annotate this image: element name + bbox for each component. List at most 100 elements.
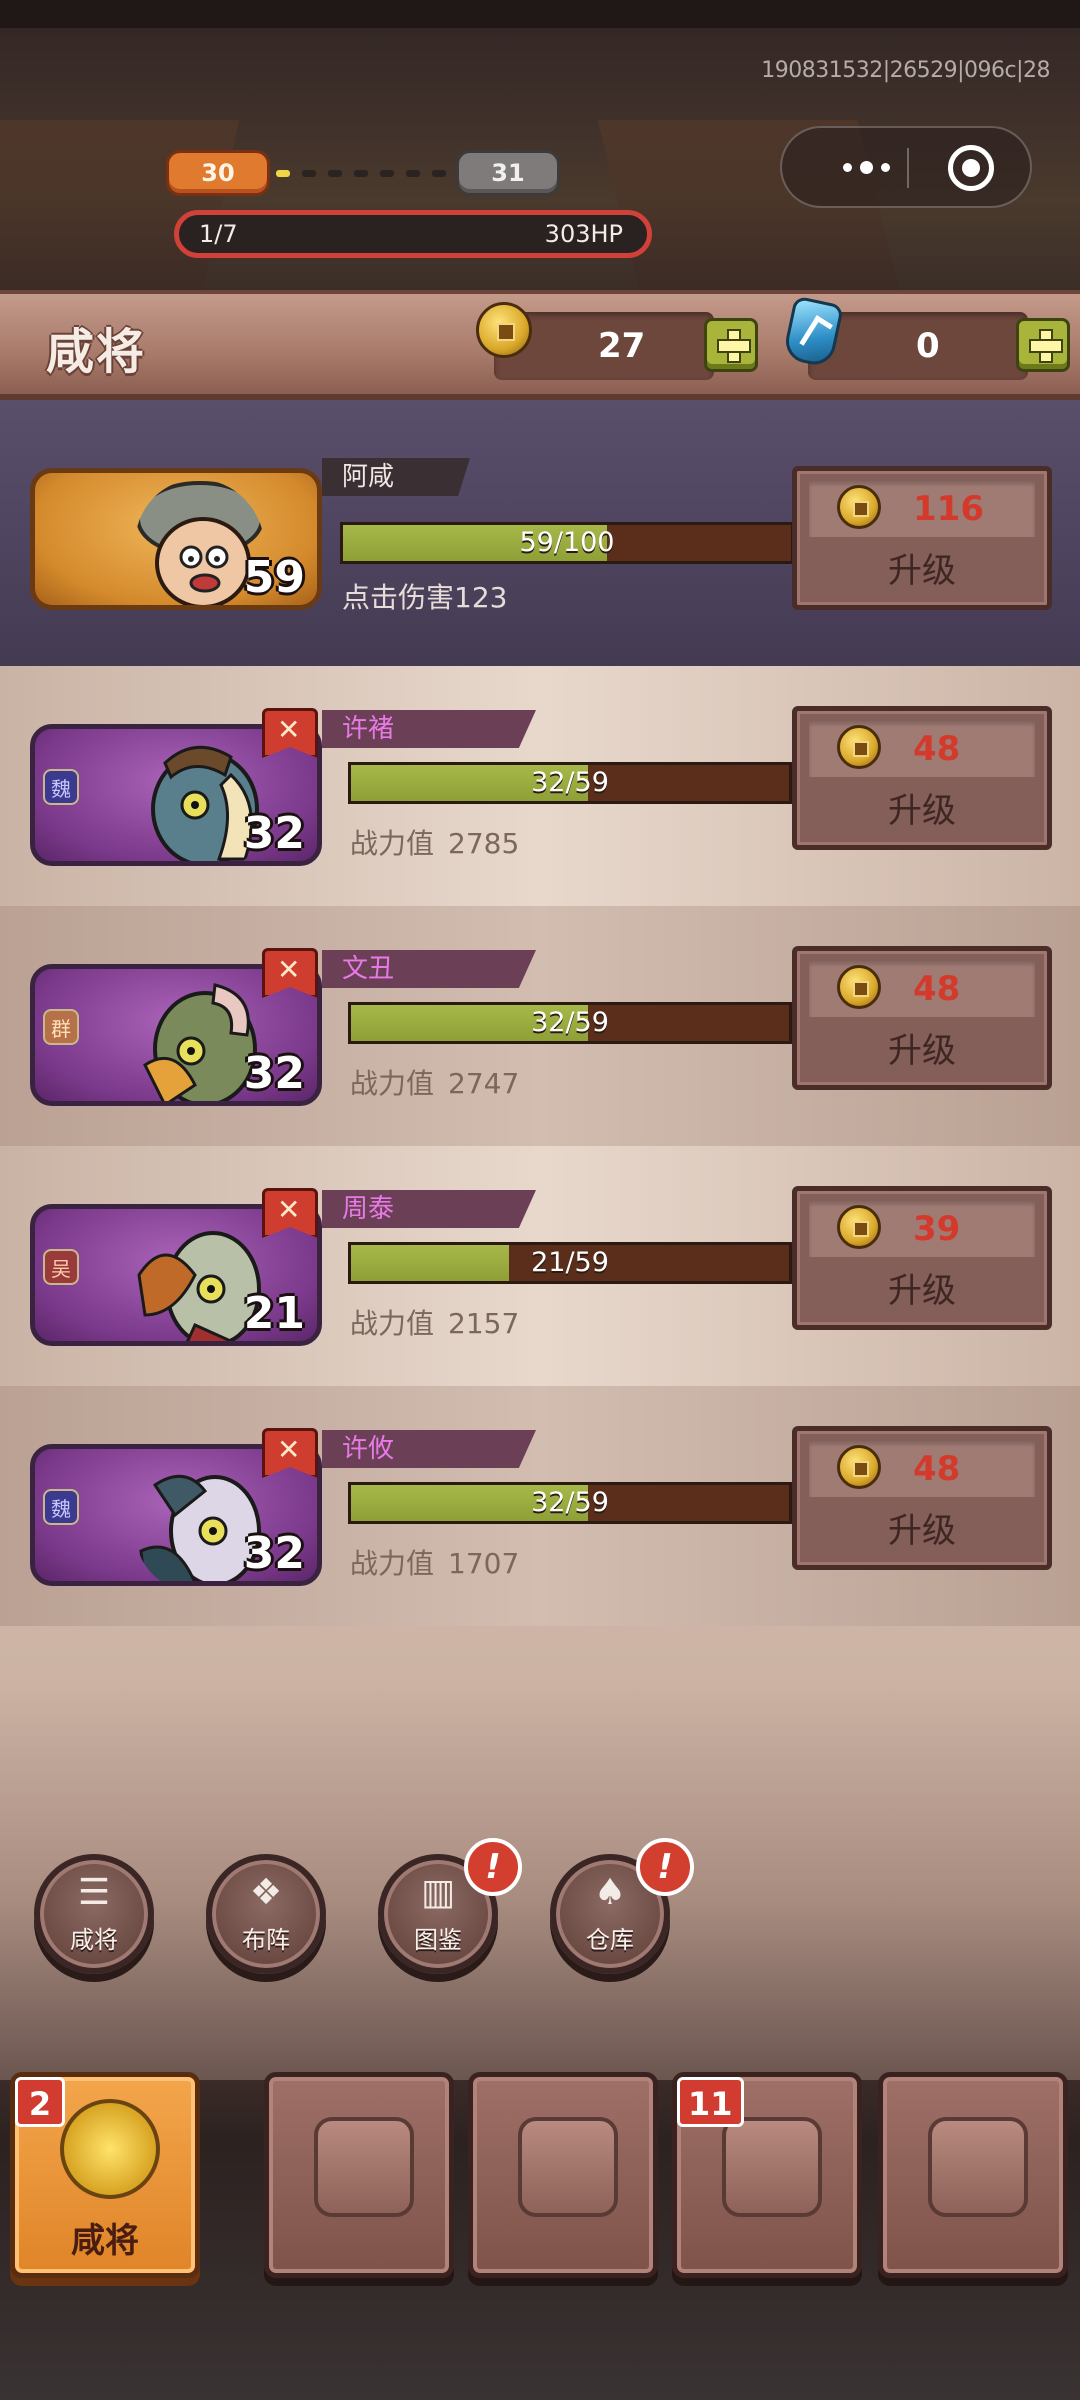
enemy-hp-value: 303HP xyxy=(544,220,623,248)
upgrade-cost: 39 xyxy=(809,1201,1035,1257)
hero-upgrade-button[interactable]: 116 升级 xyxy=(792,466,1052,610)
gem-value: 0 xyxy=(916,326,940,366)
general-xp-bar: 32/59 xyxy=(348,1002,792,1044)
tab-label: 咸将 xyxy=(71,2221,139,2261)
general-name: 文丑 xyxy=(322,950,536,988)
button-label: 布阵 xyxy=(242,1926,290,1954)
button-label: 咸将 xyxy=(70,1926,118,1954)
general-row: 魏 32 许褚 32/59 战力值 2785 48 升级 xyxy=(0,666,1080,906)
capsule-divider xyxy=(907,148,909,188)
add-gold-button[interactable] xyxy=(704,318,758,372)
cost-value: 39 xyxy=(913,1209,961,1249)
tab-armor[interactable] xyxy=(264,2072,454,2278)
upgrade-button[interactable]: 39 升级 xyxy=(792,1186,1052,1330)
stage-progress: 1/7 xyxy=(199,220,238,248)
tab-generals[interactable]: 咸将 2 xyxy=(10,2072,200,2278)
power-label: 战力值 xyxy=(350,1547,435,1580)
helmet-icon xyxy=(60,2099,160,2199)
more-dots-icon[interactable] xyxy=(816,128,916,206)
page-title: 咸将 xyxy=(46,324,147,380)
general-row: 群 32 文丑 32/59 战力值 2747 48 升级 xyxy=(0,906,1080,1146)
general-level: 21 xyxy=(243,1288,305,1339)
upgrade-button[interactable]: 48 升级 xyxy=(792,1426,1052,1570)
upgrade-cost: 48 xyxy=(809,1441,1035,1497)
upgrade-label: 升级 xyxy=(888,791,956,831)
enemy-hp-bar: 1/7 303HP xyxy=(174,210,652,258)
button-label: 图鉴 xyxy=(414,1926,462,1954)
power-value: 1707 xyxy=(448,1547,520,1580)
general-list: 59 阿咸 59/100 点击伤害123 116 升级 魏 32 ✕ 许褚 32… xyxy=(0,400,1080,2080)
tab-badge: 2 xyxy=(15,2077,65,2127)
tab-map[interactable] xyxy=(878,2072,1068,2278)
hero-click-damage: 点击伤害123 xyxy=(342,581,508,614)
hero-row: 59 阿咸 59/100 点击伤害123 116 升级 xyxy=(0,400,1080,666)
formation-button[interactable]: ❖ 布阵 xyxy=(206,1854,326,1984)
upgrade-button[interactable]: 48 升级 xyxy=(792,706,1052,850)
next-level-badge: 31 xyxy=(456,150,560,196)
alert-icon: ! xyxy=(636,1838,694,1896)
level-progress-dots xyxy=(276,168,454,178)
coin-icon xyxy=(837,1205,881,1249)
faction-badge: 群 xyxy=(43,1009,79,1045)
page-header: 咸将 27 0 xyxy=(0,290,1080,400)
coin-icon xyxy=(476,302,532,358)
gold-value: 27 xyxy=(598,326,646,366)
power-value: 2157 xyxy=(448,1307,520,1340)
cost-value: 48 xyxy=(913,1449,961,1489)
general-name: 许褚 xyxy=(322,710,536,748)
tab-treasure[interactable]: 11 xyxy=(672,2072,862,2278)
general-xp-bar: 21/59 xyxy=(348,1242,792,1284)
general-name: 许攸 xyxy=(322,1430,536,1468)
power-value: 2747 xyxy=(448,1067,520,1100)
power-stat: 战力值 2747 xyxy=(350,1062,519,1102)
general-xp-bar: 32/59 xyxy=(348,762,792,804)
hero-portrait[interactable]: 59 xyxy=(30,468,322,610)
power-stat: 战力值 2785 xyxy=(350,822,519,862)
add-gem-button[interactable] xyxy=(1016,318,1070,372)
tab-shield[interactable] xyxy=(468,2072,658,2278)
coin-icon xyxy=(837,485,881,529)
power-stat: 战力值 1707 xyxy=(350,1542,519,1582)
upgrade-cost: 116 xyxy=(809,481,1035,537)
battle-area: 190831532|26529|096c|28 30 31 1/7 303HP xyxy=(0,0,1080,290)
cost-value: 116 xyxy=(913,489,984,529)
curtain-left xyxy=(0,120,240,290)
upgrade-label: 升级 xyxy=(888,551,956,591)
hero-xp-text: 59/100 xyxy=(519,527,615,558)
upgrade-cost: 48 xyxy=(809,961,1035,1017)
coin-icon xyxy=(837,965,881,1009)
button-label: 仓库 xyxy=(586,1926,634,1954)
general-name: 周泰 xyxy=(322,1190,536,1228)
cost-value: 48 xyxy=(913,969,961,1009)
version-text: 190831532|26529|096c|28 xyxy=(761,58,1050,83)
upgrade-label: 升级 xyxy=(888,1511,956,1551)
map-scroll-icon xyxy=(928,2117,1028,2217)
upgrade-cost: 48 xyxy=(809,721,1035,777)
general-level: 32 xyxy=(243,808,305,859)
warehouse-button[interactable]: ♠ 仓库 ! xyxy=(550,1838,694,1984)
target-close-icon[interactable] xyxy=(948,145,994,191)
generals-menu-button[interactable]: ☰ 咸将 xyxy=(34,1854,154,1984)
power-stat: 战力值 2157 xyxy=(350,1302,519,1342)
codex-button[interactable]: ▥ 图鉴 ! xyxy=(378,1838,522,1984)
treasure-chest-icon xyxy=(722,2117,822,2217)
gem-counter: 0 xyxy=(808,312,1028,380)
general-xp-text: 32/59 xyxy=(531,1487,609,1518)
alert-icon: ! xyxy=(464,1838,522,1896)
faction-badge: 魏 xyxy=(43,1489,79,1525)
hero-xp-bar: 59/100 xyxy=(340,522,794,564)
shield-icon xyxy=(518,2117,618,2217)
grid-list-icon: ☰ xyxy=(77,1872,111,1913)
upgrade-label: 升级 xyxy=(888,1031,956,1071)
general-xp-text: 32/59 xyxy=(531,767,609,798)
hero-level: 59 xyxy=(243,552,305,603)
status-band xyxy=(0,0,1080,28)
power-label: 战力值 xyxy=(350,1067,435,1100)
upgrade-button[interactable]: 48 升级 xyxy=(792,946,1052,1090)
general-row: 魏 32 许攸 32/59 战力值 1707 48 升级 xyxy=(0,1386,1080,1626)
general-row: 吴 21 周泰 21/59 战力值 2157 39 升级 xyxy=(0,1146,1080,1386)
power-label: 战力值 xyxy=(350,1307,435,1340)
general-level: 32 xyxy=(243,1048,305,1099)
faction-badge: 吴 xyxy=(43,1249,79,1285)
general-level: 32 xyxy=(243,1528,305,1579)
